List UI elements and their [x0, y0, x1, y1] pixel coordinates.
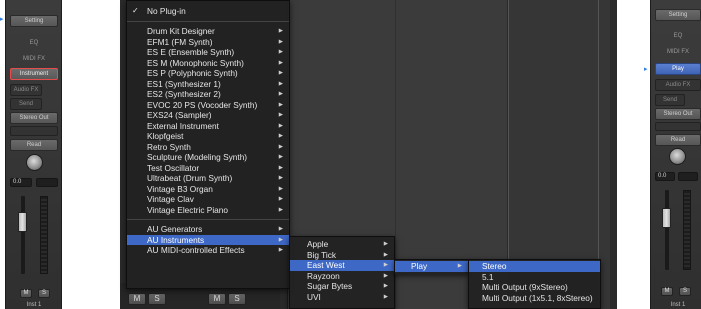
- menu-item-instrument[interactable]: ES M (Monophonic Synth): [127, 58, 289, 69]
- solo-button[interactable]: S: [148, 293, 166, 305]
- menu-item-instrument[interactable]: Drum Kit Designer: [127, 26, 289, 37]
- midi-fx-label[interactable]: MIDI FX: [655, 49, 701, 55]
- solo-button[interactable]: S: [679, 287, 691, 296]
- menu-item-instrument[interactable]: EFM1 (FM Synth): [127, 37, 289, 48]
- audio-fx-slot[interactable]: Audio FX: [655, 79, 701, 91]
- menu-item-vendor[interactable]: Big Tick: [290, 250, 394, 261]
- mute-button[interactable]: M: [20, 289, 32, 298]
- menu-separator: [127, 215, 289, 220]
- menu-item-vendor[interactable]: Apple: [290, 239, 394, 250]
- setting-button[interactable]: Setting: [655, 9, 701, 21]
- play-arrow-icon: ▸: [0, 16, 4, 23]
- menu-item-instrument[interactable]: Klopfgeist: [127, 131, 289, 142]
- menu-separator: [127, 17, 289, 22]
- menu-item-au-instruments[interactable]: AU Instruments: [127, 234, 289, 245]
- level-meter: [683, 190, 691, 270]
- mute-button[interactable]: M: [128, 293, 146, 305]
- instrument-slot[interactable]: Play: [655, 63, 701, 75]
- group-slot[interactable]: [10, 126, 58, 136]
- menu-item-au-midi-effects[interactable]: AU MIDI-controlled Effects: [127, 245, 289, 256]
- menu-item-play[interactable]: Play: [395, 261, 468, 272]
- product-submenu: Play: [394, 259, 469, 274]
- menu-item-instrument[interactable]: EXS24 (Sampler): [127, 110, 289, 121]
- pan-knob[interactable]: [669, 148, 686, 165]
- setting-button[interactable]: Setting: [10, 15, 58, 27]
- output-slot[interactable]: Stereo Out: [10, 112, 58, 124]
- menu-item-output[interactable]: 5.1: [469, 272, 600, 283]
- menu-item-label: No Plug-in: [147, 6, 186, 16]
- pan-knob[interactable]: [26, 154, 43, 171]
- send-slot[interactable]: Send: [10, 98, 42, 110]
- menu-item-instrument[interactable]: Vintage B3 Organ: [127, 184, 289, 195]
- menu-item-instrument[interactable]: ES E (Ensemble Synth): [127, 47, 289, 58]
- menu-item-instrument[interactable]: Retro Synth: [127, 142, 289, 153]
- output-submenu: Stereo 5.1 Multi Output (9xStereo) Multi…: [468, 259, 601, 309]
- menu-item-instrument[interactable]: Ultrabeat (Drum Synth): [127, 173, 289, 184]
- group-slot[interactable]: [655, 122, 701, 131]
- solo-button[interactable]: S: [228, 293, 246, 305]
- menu-item-instrument[interactable]: ES P (Polyphonic Synth): [127, 68, 289, 79]
- automation-mode-button[interactable]: Read: [655, 134, 701, 146]
- volume-fader-cap[interactable]: [662, 208, 671, 228]
- menu-item-instrument[interactable]: Test Oscillator: [127, 163, 289, 174]
- play-arrow-icon: ▸: [644, 66, 648, 73]
- send-slot[interactable]: Send: [655, 94, 685, 106]
- mute-button[interactable]: M: [661, 287, 673, 296]
- volume-fader-cap[interactable]: [18, 212, 27, 232]
- track-name: Inst 1: [26, 302, 42, 308]
- instrument-slot[interactable]: Instrument: [10, 68, 58, 80]
- mute-button[interactable]: M: [208, 293, 226, 305]
- track-name: Inst 1: [670, 302, 686, 308]
- menu-item-instrument[interactable]: Vintage Clav: [127, 194, 289, 205]
- menu-item-vendor-east-west[interactable]: East West: [290, 260, 394, 271]
- left-channel-strip: Setting EQ MIDI FX Instrument Audio FX S…: [5, 0, 62, 309]
- menu-item-vendor[interactable]: UVI: [290, 292, 394, 303]
- output-slot[interactable]: Stereo Out: [655, 108, 701, 120]
- volume-fader-track[interactable]: [665, 190, 669, 270]
- solo-button[interactable]: S: [38, 289, 50, 298]
- menu-item-output[interactable]: Multi Output (9xStereo): [469, 282, 600, 293]
- vendor-submenu: Apple Big Tick East West Rayzoon Sugar B…: [289, 236, 395, 309]
- volume-readout: 0.0: [655, 172, 675, 181]
- volume-readout: 0.0: [10, 178, 32, 187]
- volume-fader-track[interactable]: [21, 196, 25, 274]
- midi-fx-label[interactable]: MIDI FX: [10, 56, 58, 62]
- audio-fx-slot[interactable]: Audio FX: [10, 84, 42, 96]
- menu-item-instrument[interactable]: EVOC 20 PS (Vocoder Synth): [127, 100, 289, 111]
- menu-item-instrument[interactable]: ES1 (Synthesizer 1): [127, 79, 289, 90]
- plugin-menu: ✓ No Plug-in Drum Kit Designer EFM1 (FM …: [126, 0, 290, 289]
- checkmark-icon: ✓: [132, 6, 139, 15]
- eq-label[interactable]: EQ: [10, 40, 58, 46]
- peak-readout: [678, 172, 698, 181]
- automation-mode-button[interactable]: Read: [10, 139, 58, 151]
- menu-item-output-stereo[interactable]: Stereo: [469, 261, 600, 272]
- menu-item-instrument[interactable]: Sculpture (Modeling Synth): [127, 152, 289, 163]
- menu-item-instrument[interactable]: Vintage Electric Piano: [127, 205, 289, 216]
- menu-item-no-plugin[interactable]: ✓ No Plug-in: [127, 5, 289, 17]
- menu-item-vendor[interactable]: Rayzoon: [290, 271, 394, 282]
- menu-item-vendor[interactable]: Sugar Bytes: [290, 281, 394, 292]
- menu-item-output[interactable]: Multi Output (1x5.1, 8xStereo): [469, 293, 600, 304]
- right-channel-strip: Setting EQ MIDI FX Play Audio FX Send St…: [650, 0, 701, 309]
- peak-readout: [36, 178, 58, 187]
- menu-item-instrument[interactable]: ES2 (Synthesizer 2): [127, 89, 289, 100]
- eq-label[interactable]: EQ: [655, 33, 701, 39]
- menu-item-au-generators[interactable]: AU Generators: [127, 224, 289, 235]
- level-meter: [40, 196, 48, 274]
- menu-item-instrument[interactable]: External Instrument: [127, 121, 289, 132]
